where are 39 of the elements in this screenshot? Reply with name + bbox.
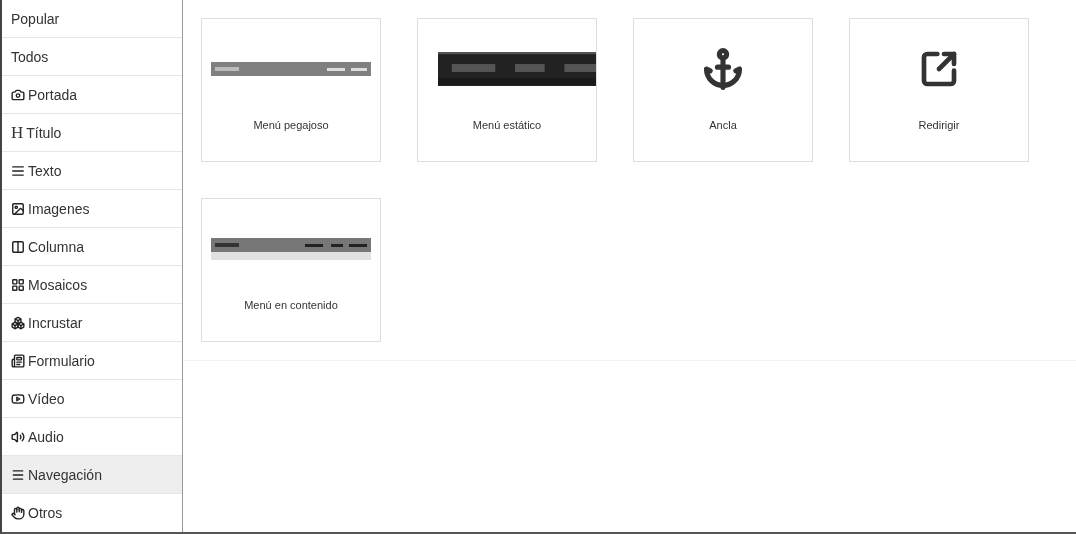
item-label: Otros xyxy=(28,505,63,521)
form-icon xyxy=(11,353,25,368)
item-label: Mosaicos xyxy=(28,276,88,293)
item-label: Imagenes xyxy=(28,200,90,217)
block-card[interactable]: Ancla xyxy=(633,18,813,162)
block-card[interactable]: Menú en contenido xyxy=(201,198,381,342)
block-card[interactable]: Menú estático xyxy=(417,18,597,162)
item-label: Popular xyxy=(11,10,60,27)
boxes-icon xyxy=(11,315,25,330)
item-label: Columna xyxy=(28,238,85,255)
item-label: Texto xyxy=(28,162,62,179)
card-label: Menú pegajoso xyxy=(253,119,329,131)
anchor-icon xyxy=(701,47,745,91)
block-card[interactable]: Menú pegajoso xyxy=(201,18,381,162)
item-label: Audio xyxy=(28,428,64,445)
item-label: Incrustar xyxy=(28,314,83,331)
heading-icon: H xyxy=(11,122,24,143)
menu-icon xyxy=(11,467,25,482)
columns-icon xyxy=(11,239,25,254)
camera-icon xyxy=(11,87,25,102)
hand-icon xyxy=(11,506,25,520)
card-label: Menú estático xyxy=(472,119,542,131)
speaker-icon xyxy=(11,429,25,444)
item-label: Vídeo xyxy=(28,390,65,407)
external-link-icon xyxy=(919,49,959,89)
item-label: Navegación xyxy=(28,466,102,483)
grid-icon xyxy=(11,277,25,292)
card-label: Menú en contenido xyxy=(244,299,338,311)
item-label: Formulario xyxy=(28,352,95,369)
item-label: Todos xyxy=(11,48,49,65)
card-label: Redirigir xyxy=(918,119,960,131)
sidebar-item[interactable]: Navegación xyxy=(2,456,182,494)
block-card[interactable]: Redirigir xyxy=(849,18,1029,162)
image-icon xyxy=(11,201,25,216)
card-label: Ancla xyxy=(709,119,737,131)
lines-icon xyxy=(11,163,25,178)
video-icon xyxy=(11,391,25,406)
item-label: Portada xyxy=(28,86,78,103)
item-label: Título xyxy=(26,124,62,141)
